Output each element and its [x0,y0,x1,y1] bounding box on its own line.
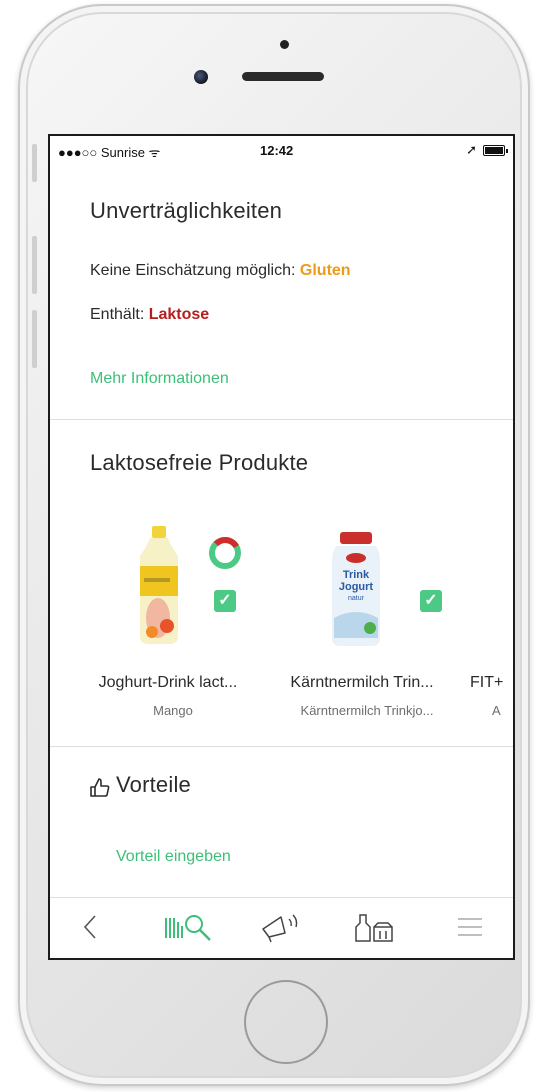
no-assessment-label: Keine Einschätzung möglich: [90,262,296,279]
back-icon [83,915,96,939]
earpiece-speaker [242,72,324,81]
contains-label: Enthält: [90,306,145,323]
megaphone-icon [262,914,298,943]
announcements-tab[interactable] [256,910,306,944]
product-name: Joghurt-Drink lact... [98,674,238,691]
battery-icon [483,144,508,156]
home-button[interactable] [244,980,328,1064]
carrier-signal: ●●●○○ Sunrise ᯤ [58,145,161,160]
location-icon: ➚ [466,142,477,157]
check-icon: ✓ [420,590,442,612]
rating-ring-icon [209,536,241,569]
divider [50,746,513,747]
status-bar: ●●●○○ Sunrise ᯤ 12:42 ➚ [50,136,513,164]
trinkjogurt-bottle-image: Trink Jogurt natur [332,532,380,646]
back-button[interactable] [70,910,110,944]
more-information-link[interactable]: Mehr Informationen [90,370,229,388]
mute-switch [32,144,37,182]
app-screen: ●●●○○ Sunrise ᯤ 12:42 ➚ Unverträglichkei… [48,134,515,960]
svg-text:Trink: Trink [343,569,370,581]
products-tab[interactable] [350,910,400,944]
product-subtitle: Kärntnermilch Trinkjo... [300,703,434,718]
product-card[interactable]: FIT+ A [460,526,513,718]
status-indicators: ➚ [466,142,508,158]
divider [50,419,513,420]
advantages-title: Vorteile [116,772,191,797]
status-time: 12:42 [260,143,294,158]
scan-tab[interactable] [160,910,216,944]
product-card[interactable]: Trink Jogurt natur ✓ Kärntnermilch Trin.… [272,526,462,718]
product-name: FIT+ [470,674,504,691]
menu-button[interactable] [450,910,490,944]
menu-icon [458,918,482,936]
no-assessment-line: Keine Einschätzung möglich: Gluten [90,262,351,280]
product-name: Kärntnermilch Trin... [290,674,434,691]
products-icon [355,914,393,942]
check-icon: ✓ [214,590,236,612]
lactose-free-title: Laktosefreie Produkte [90,450,309,475]
svg-text:natur: natur [348,595,365,602]
volume-up-button [32,236,37,294]
contains-line: Enthält: Laktose [90,306,209,324]
barcode-scan-icon [165,915,211,941]
intolerances-title: Unverträglichkeiten [90,198,283,223]
product-card[interactable]: ✓ Joghurt-Drink lact... Mango [78,526,268,718]
enter-advantage-link[interactable]: Vorteil eingeben [116,848,231,866]
no-assessment-value: Gluten [299,262,351,279]
volume-down-button [32,310,37,368]
thumbs-up-icon [90,778,110,797]
yoghurt-bottle-image [140,526,178,644]
contains-value: Laktose [148,306,210,323]
product-subtitle: A [492,703,501,718]
tab-bar [50,897,513,958]
product-subtitle: Mango [153,703,193,718]
proximity-sensor [280,40,289,49]
front-camera [194,70,208,84]
svg-text:Jogurt: Jogurt [339,581,374,593]
